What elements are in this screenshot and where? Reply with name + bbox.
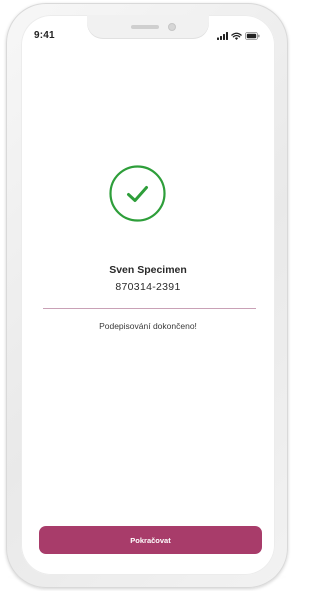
user-id-number: 870314-2391 [115, 281, 181, 293]
speaker-grille [131, 25, 159, 29]
status-icons [217, 32, 260, 40]
phone-screen: 9:41 Sven Specimen 870314-2391 Podepisov… [21, 15, 275, 575]
status-time: 9:41 [34, 30, 55, 41]
divider [43, 308, 256, 309]
checkmark-circle-icon [109, 165, 166, 222]
signal-icon [217, 32, 228, 40]
front-camera [168, 23, 176, 31]
notch [87, 15, 209, 39]
user-name: Sven Specimen [109, 264, 187, 276]
battery-icon [245, 32, 260, 40]
status-message: Podepisování dokončeno! [99, 321, 197, 331]
continue-button[interactable]: Pokračovat [39, 526, 262, 554]
wifi-icon [231, 32, 242, 40]
